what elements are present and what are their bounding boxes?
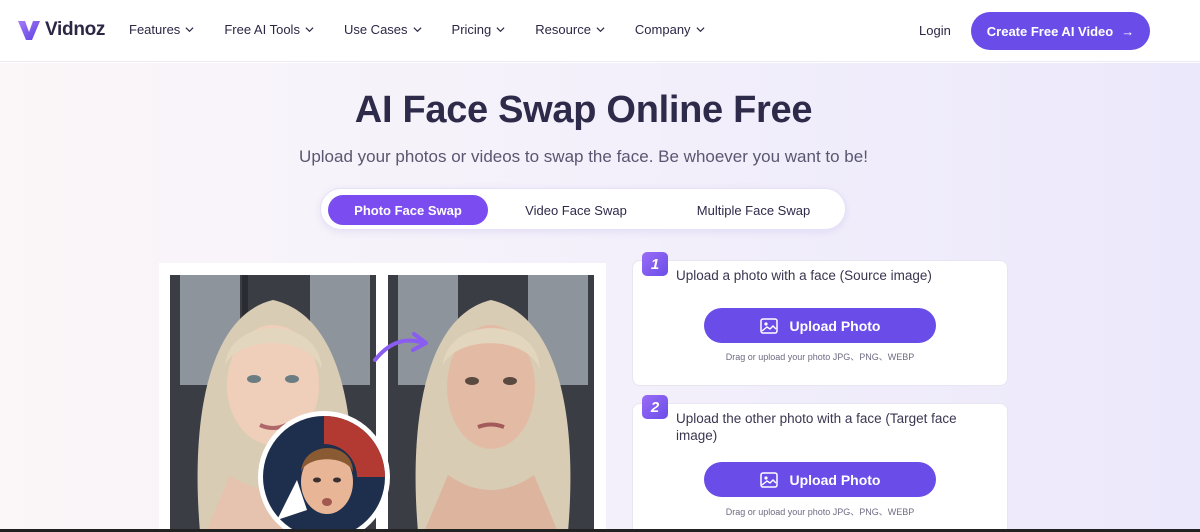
create-free-ai-video-button[interactable]: Create Free AI Video → xyxy=(971,12,1150,50)
brand-name: Vidnoz xyxy=(45,19,106,40)
upload-format-hint: Drag or upload your photo JPG、PNG、WEBP xyxy=(725,507,915,517)
step-instruction: Upload the other photo with a face (Targ… xyxy=(676,411,957,443)
tab-multiple-face-swap[interactable]: Multiple Face Swap xyxy=(666,195,841,225)
source-image-upload-card: 1 Upload a photo with a face (Source ima… xyxy=(632,252,1008,386)
source-face-thumbnail xyxy=(258,411,390,532)
menu-pricing[interactable]: Pricing xyxy=(452,22,506,37)
tab-photo-face-swap[interactable]: Photo Face Swap xyxy=(328,195,488,225)
menu-features-label: Features xyxy=(129,22,181,37)
chevron-down-icon xyxy=(413,27,422,33)
page-title: AI Face Swap Online Free xyxy=(354,89,813,131)
image-upload-icon xyxy=(759,471,778,488)
chevron-down-icon xyxy=(696,27,705,33)
menu-pricing-label: Pricing xyxy=(451,22,492,37)
image-upload-icon xyxy=(759,317,778,334)
menu-use-cases[interactable]: Use Cases xyxy=(344,22,422,37)
menu-resource-label: Resource xyxy=(535,22,591,37)
upload-target-photo-button[interactable]: Upload Photo xyxy=(704,462,936,497)
cta-label: Create Free AI Video xyxy=(986,23,1114,39)
chevron-down-icon xyxy=(596,27,605,33)
chevron-down-icon xyxy=(305,27,314,33)
face-swap-mode-tabs: Photo Face Swap Video Face Swap Multiple… xyxy=(320,188,846,230)
menu-features[interactable]: Features xyxy=(129,22,194,37)
login-link[interactable]: Login xyxy=(919,23,951,38)
step-number-badge: 2 xyxy=(642,395,668,419)
upload-button-label: Upload Photo xyxy=(789,471,881,488)
upload-format-hint: Drag or upload your photo JPG、PNG、WEBP xyxy=(725,352,915,362)
main-menu: Features Free AI Tools Use Cases Pricing… xyxy=(129,22,735,37)
step-number-badge: 1 xyxy=(642,252,668,276)
menu-use-cases-label: Use Cases xyxy=(343,22,408,37)
vidnoz-logo[interactable]: Vidnoz xyxy=(16,17,105,43)
upload-button-label: Upload Photo xyxy=(789,317,881,334)
top-navigation: Vidnoz Features Free AI Tools Use Cases … xyxy=(0,0,1200,62)
step-instruction: Upload a photo with a face (Source image… xyxy=(676,268,932,283)
swapped-result-photo xyxy=(388,275,594,532)
menu-company-label: Company xyxy=(634,22,691,37)
target-image-upload-card: 2 Upload the other photo with a face (Ta… xyxy=(632,395,1008,532)
upload-source-photo-button[interactable]: Upload Photo xyxy=(704,308,936,343)
menu-free-ai-tools[interactable]: Free AI Tools xyxy=(224,22,314,37)
tab-video-face-swap[interactable]: Video Face Swap xyxy=(496,195,656,225)
menu-resource[interactable]: Resource xyxy=(535,22,605,37)
menu-free-ai-tools-label: Free AI Tools xyxy=(224,22,300,37)
arrow-right-icon: → xyxy=(1121,23,1135,39)
curved-arrow-icon xyxy=(373,332,428,362)
chevron-down-icon xyxy=(496,27,505,33)
chevron-down-icon xyxy=(185,27,194,33)
hero-section: AI Face Swap Online Free Upload your pho… xyxy=(0,63,1200,532)
page-subtitle: Upload your photos or videos to swap the… xyxy=(299,147,868,166)
vidnoz-logo-icon xyxy=(18,21,40,40)
menu-company[interactable]: Company xyxy=(635,22,705,37)
